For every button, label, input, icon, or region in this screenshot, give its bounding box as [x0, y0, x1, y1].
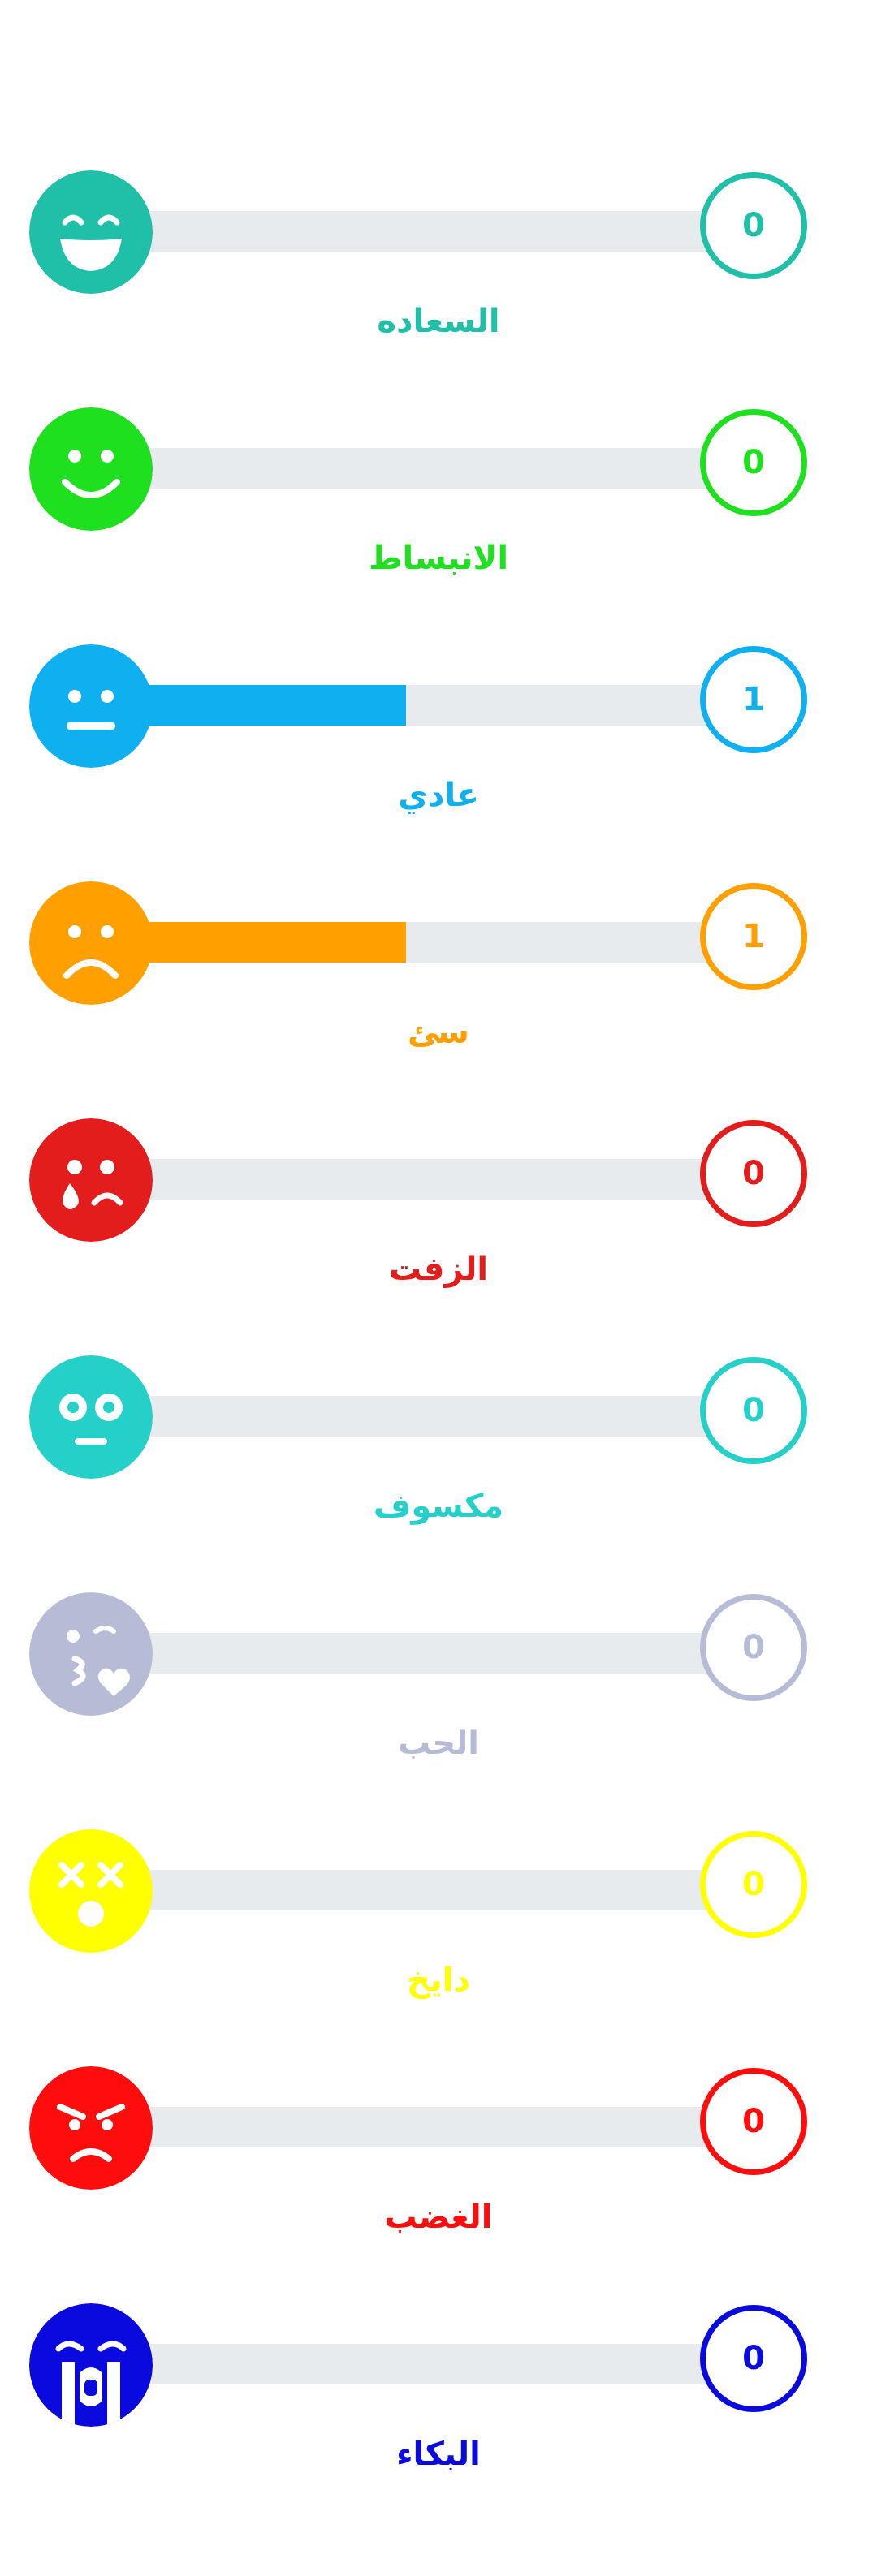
reaction-count: 1 [742, 681, 765, 718]
reaction-progress-track [106, 1396, 706, 1437]
reaction-label: دايخ [406, 1962, 471, 1999]
reaction-count-badge: 0 [700, 1120, 807, 1227]
neutral-face-icon[interactable] [29, 644, 153, 768]
reaction-count-badge: 0 [700, 2068, 807, 2175]
flushed-face-icon[interactable] [29, 1355, 153, 1479]
reaction-row-fed-up[interactable]: 0 الزفت [0, 1107, 877, 1346]
reaction-label: الحب [398, 1725, 479, 1762]
reaction-count: 0 [742, 2103, 765, 2140]
reaction-count: 0 [742, 1866, 765, 1903]
reaction-count: 0 [742, 444, 765, 481]
reaction-count: 0 [742, 1629, 765, 1666]
reaction-label: الزفت [388, 1251, 489, 1288]
reaction-row-joy[interactable]: 0 الانبساط [0, 396, 877, 635]
reaction-count-badge: 1 [700, 883, 807, 990]
reaction-progress-track [106, 685, 706, 726]
reaction-label: سئ [408, 1014, 469, 1051]
reaction-count: 0 [742, 207, 765, 244]
reaction-progress-track [106, 2344, 706, 2384]
reaction-count: 0 [742, 1392, 765, 1429]
crying-tear-face-icon[interactable] [29, 1118, 153, 1242]
smiling-face-icon[interactable] [29, 407, 153, 531]
reaction-row-love[interactable]: 0 الحب [0, 1581, 877, 1820]
reaction-count-badge: 0 [700, 2305, 807, 2412]
reaction-row-happiness[interactable]: 0 السعاده [0, 159, 877, 398]
reaction-label: الغضب [384, 2199, 493, 2236]
loudly-crying-face-icon[interactable] [29, 2303, 153, 2427]
reaction-progress-track [106, 922, 706, 963]
reaction-label: البكاء [396, 2436, 481, 2473]
reaction-count-badge: 0 [700, 1594, 807, 1701]
angry-face-icon[interactable] [29, 2066, 153, 2190]
reaction-count-badge: 0 [700, 409, 807, 516]
reaction-row-anger[interactable]: 0 الغضب [0, 2055, 877, 2294]
frowning-face-icon[interactable] [29, 881, 153, 1005]
reaction-label: مكسوف [373, 1488, 504, 1525]
grinning-face-icon[interactable] [29, 170, 153, 294]
reaction-label: الانبساط [368, 540, 509, 577]
reaction-row-bad[interactable]: 1 سئ [0, 870, 877, 1109]
reaction-label: عادي [398, 777, 479, 814]
reaction-progress-track [106, 2107, 706, 2147]
reaction-count: 0 [742, 2340, 765, 2377]
reaction-progress-track [106, 448, 706, 489]
reaction-count-badge: 0 [700, 1831, 807, 1938]
reaction-count-badge: 0 [700, 1357, 807, 1464]
reaction-row-crying[interactable]: 0 البكاء [0, 2292, 877, 2531]
reaction-row-dizzy[interactable]: 0 دايخ [0, 1818, 877, 2057]
reaction-row-embarrassed[interactable]: 0 مكسوف [0, 1344, 877, 1583]
reaction-progress-track [106, 1159, 706, 1200]
dizzy-face-icon[interactable] [29, 1829, 153, 1953]
reaction-progress-track [106, 211, 706, 252]
kissing-heart-face-icon[interactable] [29, 1592, 153, 1716]
reaction-label: السعاده [377, 303, 500, 340]
reaction-row-neutral[interactable]: 1 عادي [0, 633, 877, 872]
reaction-progress-track [106, 1633, 706, 1674]
reaction-count: 1 [742, 918, 765, 955]
reaction-count: 0 [742, 1155, 765, 1192]
reaction-count-badge: 1 [700, 646, 807, 753]
reaction-progress-track [106, 1870, 706, 1910]
reaction-count-badge: 0 [700, 172, 807, 279]
